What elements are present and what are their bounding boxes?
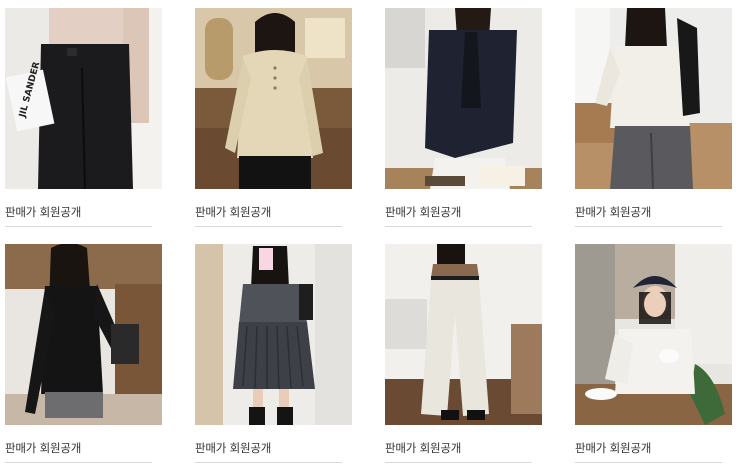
- product-photo-black-top: [5, 244, 162, 425]
- price-label: 판매가 회원공개: [385, 441, 462, 455]
- divider: [575, 462, 722, 463]
- price-label: 판매가 회원공개: [385, 205, 462, 219]
- price-label: 판매가 회원공개: [575, 205, 652, 219]
- divider: [385, 462, 532, 463]
- product-image-link[interactable]: JIL SANDER: [5, 8, 162, 189]
- price-label: 판매가 회원공개: [575, 441, 652, 455]
- product-photo-white-cardigan: [575, 8, 732, 189]
- divider: [385, 226, 532, 227]
- price-label: 판매가 회원공개: [195, 441, 272, 455]
- price-label: 판매가 회원공개: [5, 205, 82, 219]
- product-image-link[interactable]: [575, 8, 732, 189]
- divider: [5, 226, 152, 227]
- divider: [195, 226, 342, 227]
- product-image-link[interactable]: [5, 244, 162, 425]
- divider: [5, 462, 152, 463]
- product-photo-white-blouse: [575, 244, 732, 425]
- product-photo-pleated-skirt: [195, 244, 352, 425]
- product-image-link[interactable]: [385, 244, 542, 425]
- product-image-link[interactable]: [195, 8, 352, 189]
- product-photo-black-trousers: JIL SANDER: [5, 8, 162, 189]
- price-label: 판매가 회원공개: [195, 205, 272, 219]
- product-image-link[interactable]: [385, 8, 542, 189]
- divider: [195, 462, 342, 463]
- divider: [575, 226, 722, 227]
- product-photo-beige-knit: [195, 8, 352, 189]
- product-image-link[interactable]: [195, 244, 352, 425]
- product-grid: JIL SANDER 판매가 회원공개 판매가 회원공개 판매가 회원공개 판매…: [0, 0, 743, 467]
- product-image-link[interactable]: [575, 244, 732, 425]
- product-photo-white-trousers: [385, 244, 542, 425]
- product-photo-navy-blazer: [385, 8, 542, 189]
- price-label: 판매가 회원공개: [5, 441, 82, 455]
